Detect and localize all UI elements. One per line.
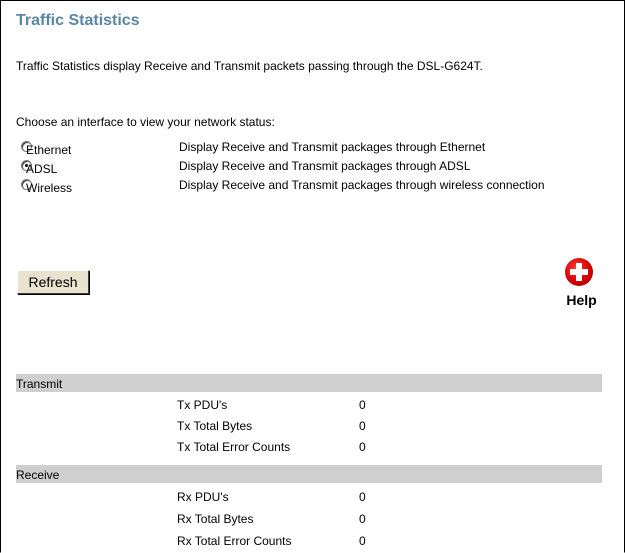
interface-label-ethernet[interactable]: Ethernet — [26, 143, 71, 157]
choose-interface-label: Choose an interface to view your network… — [16, 115, 275, 129]
interface-desc-wireless: Display Receive and Transmit packages th… — [179, 178, 545, 192]
interface-label-wireless[interactable]: Wireless — [26, 181, 72, 195]
stat-value: 0 — [359, 419, 366, 433]
refresh-button[interactable]: Refresh — [17, 270, 89, 294]
interface-desc-adsl: Display Receive and Transmit packages th… — [179, 159, 471, 173]
help-label[interactable]: Help — [555, 292, 608, 308]
stat-value: 0 — [359, 512, 366, 526]
interface-option-ethernet[interactable]: Ethernet Display Receive and Transmit pa… — [16, 139, 606, 157]
stat-label: Rx PDU's — [177, 490, 229, 504]
transmit-heading: Transmit — [16, 377, 63, 391]
transmit-section-header: Transmit — [16, 374, 602, 392]
stat-row-rx-error-counts: Rx Total Error Counts 0 — [0, 534, 600, 552]
stat-label: Rx Total Bytes — [177, 512, 254, 526]
interface-option-adsl[interactable]: ADSL Display Receive and Transmit packag… — [16, 158, 606, 176]
receive-section-header: Receive — [16, 465, 602, 483]
stat-row-tx-total-bytes: Tx Total Bytes 0 — [0, 419, 600, 437]
stat-value: 0 — [359, 398, 366, 412]
stat-label: Tx PDU's — [177, 398, 228, 412]
page-description: Traffic Statistics display Receive and T… — [16, 59, 483, 73]
stat-label: Rx Total Error Counts — [177, 534, 292, 548]
stat-value: 0 — [359, 490, 366, 504]
help-plus-icon[interactable] — [565, 258, 593, 286]
stat-value: 0 — [359, 534, 366, 548]
interface-label-adsl[interactable]: ADSL — [26, 162, 57, 176]
stat-row-rx-pdus: Rx PDU's 0 — [0, 490, 600, 508]
page-title: Traffic Statistics — [16, 12, 140, 29]
stat-label: Tx Total Error Counts — [177, 440, 291, 454]
stat-value: 0 — [359, 440, 366, 454]
receive-heading: Receive — [16, 468, 60, 482]
stat-row-tx-pdus: Tx PDU's 0 — [0, 398, 600, 416]
stat-label: Tx Total Bytes — [177, 419, 253, 433]
stat-row-rx-total-bytes: Rx Total Bytes 0 — [0, 512, 600, 530]
interface-option-wireless[interactable]: Wireless Display Receive and Transmit pa… — [16, 177, 606, 195]
interface-desc-ethernet: Display Receive and Transmit packages th… — [179, 140, 486, 154]
stat-row-tx-error-counts: Tx Total Error Counts 0 — [0, 440, 600, 458]
help-link[interactable]: Help — [555, 258, 605, 313]
